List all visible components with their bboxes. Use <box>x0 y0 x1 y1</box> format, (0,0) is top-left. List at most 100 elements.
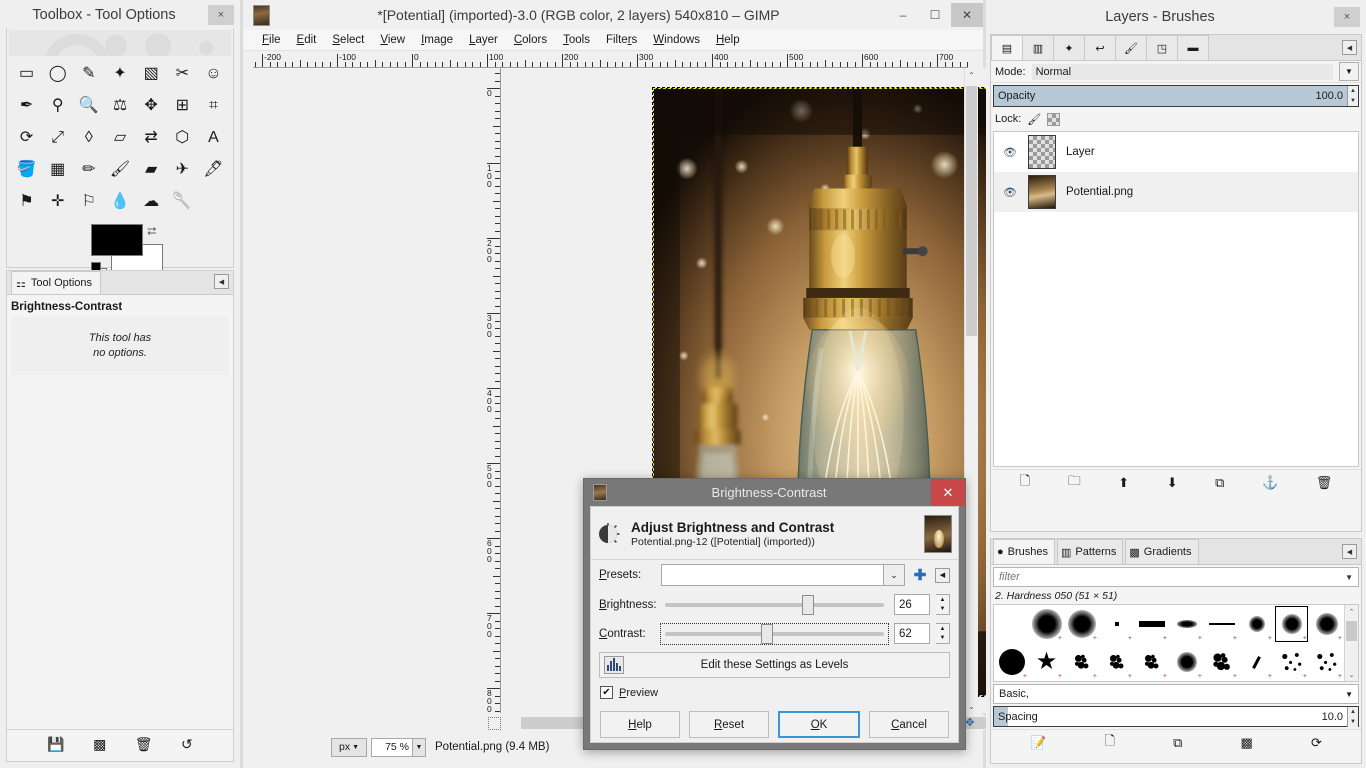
scroll-up-arrow[interactable]: ⌃ <box>965 68 978 82</box>
lock-alpha-icon[interactable] <box>1047 112 1061 126</box>
brush-cell[interactable]: + <box>1134 643 1169 681</box>
tab-brushes[interactable]: 🖌 <box>1115 35 1147 60</box>
brush-cell[interactable]: + <box>1099 605 1134 643</box>
save-tool-preset[interactable]: 💾 <box>47 737 64 751</box>
edit-brush-button[interactable]: 📝 <box>1030 735 1046 751</box>
presets-menu-button[interactable]: ◀ <box>935 567 950 583</box>
paintbrush-tool[interactable]: 🖌 <box>104 154 135 186</box>
select-by-color-tool[interactable]: ▧ <box>136 58 167 90</box>
menu-file[interactable]: File <box>255 32 288 48</box>
eye-icon[interactable]: 👁 <box>1002 186 1018 199</box>
flip-tool[interactable]: ⇄ <box>136 122 167 154</box>
brush-grid[interactable]: + + + + + + + + + + ★ + + + + + + + + + <box>994 605 1344 681</box>
menu-edit[interactable]: Edit <box>290 32 324 48</box>
cancel-button[interactable]: Cancel <box>869 711 949 738</box>
menu-help[interactable]: Help <box>709 32 747 48</box>
tab-paths[interactable]: ✦ <box>1053 35 1085 60</box>
chevron-down-icon[interactable]: ▼ <box>1345 690 1358 699</box>
vertical-ruler[interactable]: 0 100 200 300 400 500 600 700 800 <box>486 68 501 713</box>
scroll-down-arrow[interactable]: ⌄ <box>965 699 978 713</box>
menu-tools[interactable]: Tools <box>556 32 597 48</box>
spacing-slider[interactable]: Spacing 10.0 ▲ ▼ <box>993 706 1359 727</box>
brightness-slider[interactable] <box>661 594 888 615</box>
ellipse-select-tool[interactable]: ◯ <box>42 58 73 90</box>
opacity-stepper[interactable]: ▲ ▼ <box>1347 86 1358 106</box>
layer-list[interactable]: 👁 Layer 👁 Potential.png <box>993 131 1359 467</box>
brush-tag-selector[interactable]: Basic, ▼ <box>993 684 1359 704</box>
tab-channels[interactable]: ▥ <box>1022 35 1054 60</box>
brush-scroll-up[interactable]: ⌃ <box>1345 605 1358 618</box>
brushes-menu-button[interactable]: ◀ <box>1342 544 1357 559</box>
dialog-close-button[interactable]: ✕ <box>931 479 965 506</box>
brush-cell[interactable]: + <box>1169 643 1204 681</box>
text-tool[interactable]: A <box>198 122 229 154</box>
menu-windows[interactable]: Windows <box>646 32 707 48</box>
duplicate-brush-button[interactable]: ⧉ <box>1173 735 1182 751</box>
help-button[interactable]: Help <box>600 711 680 738</box>
brush-scrollbar[interactable]: ⌃ ⌄ <box>1344 605 1358 681</box>
spacing-stepper[interactable]: ▲ ▼ <box>1347 706 1358 727</box>
maximize-button[interactable]: ☐ <box>919 3 951 27</box>
scissors-select-tool[interactable]: ✂ <box>167 58 198 90</box>
dodge-burn-tool[interactable]: 🥄 <box>167 186 198 218</box>
new-brush-button[interactable]: 🗋 <box>1104 732 1114 754</box>
tab-patterns[interactable]: ▥ Patterns <box>1057 539 1124 564</box>
foreground-color-swatch[interactable] <box>91 224 143 256</box>
delete-tool-preset[interactable]: 🗑 <box>135 737 153 751</box>
canvas-vertical-scrollbar[interactable]: ⌃ ⌄ <box>964 68 978 713</box>
smudge-tool[interactable]: ☁ <box>136 186 167 218</box>
fuzzy-select-tool[interactable]: ✦ <box>104 58 135 90</box>
shear-tool[interactable]: ◊ <box>73 122 104 154</box>
toolbox-close-button[interactable]: × <box>208 5 234 25</box>
right-dock-close-button[interactable]: × <box>1334 7 1360 27</box>
clone-tool[interactable]: ⚑ <box>11 186 42 218</box>
ink-tool[interactable]: 🖋 <box>198 154 229 186</box>
chevron-down-icon[interactable]: ▼ <box>1345 573 1358 582</box>
tab-tool-options[interactable]: ⚏ Tool Options <box>11 271 102 294</box>
vertical-scroll-thumb[interactable] <box>966 86 977 336</box>
menu-view[interactable]: View <box>373 32 412 48</box>
lock-pixels-icon[interactable]: 🖌 <box>1027 113 1041 126</box>
blend-mode-row[interactable]: Mode: Normal ▼ <box>991 61 1361 83</box>
raise-layer-button[interactable]: ⬆ <box>1118 475 1129 491</box>
menu-colors[interactable]: Colors <box>507 32 554 48</box>
brush-cell[interactable]: + <box>1134 605 1169 643</box>
brush-cell[interactable]: + <box>1309 605 1344 643</box>
menu-layer[interactable]: Layer <box>462 32 505 48</box>
preview-checkbox[interactable]: ✔ <box>600 686 613 699</box>
menu-select[interactable]: Select <box>325 32 371 48</box>
pencil-tool[interactable]: ✏ <box>73 154 104 186</box>
layer-row[interactable]: 👁 Layer <box>994 132 1358 172</box>
tab-gradients[interactable]: ▬ <box>1177 35 1209 60</box>
contrast-stepper[interactable]: ▲ ▼ <box>936 623 950 644</box>
brush-cell[interactable]: + <box>1309 643 1344 681</box>
color-picker-tool[interactable]: ⚲ <box>42 90 73 122</box>
brush-cell[interactable]: + <box>1064 643 1099 681</box>
brightness-stepper[interactable]: ▲ ▼ <box>936 594 950 615</box>
minimize-button[interactable]: – <box>887 3 919 27</box>
foreground-select-tool[interactable]: ☺ <box>198 58 229 90</box>
bucket-fill-tool[interactable]: 🪣 <box>11 154 42 186</box>
tab-undo-history[interactable]: ↩ <box>1084 35 1116 60</box>
tab-brushes[interactable]: ● Brushes <box>993 539 1056 564</box>
heal-tool[interactable]: ✛ <box>42 186 73 218</box>
contrast-knob[interactable] <box>760 623 773 644</box>
eraser-tool[interactable]: ▰ <box>136 154 167 186</box>
opacity-slider[interactable]: Opacity 100.0 ▲ ▼ <box>993 85 1359 107</box>
brush-cell[interactable]: + <box>1169 605 1204 643</box>
cage-transform-tool[interactable]: ⬡ <box>167 122 198 154</box>
airbrush-tool[interactable]: ✈ <box>167 154 198 186</box>
crop-tool[interactable]: ⌗ <box>198 90 229 122</box>
presets-combobox[interactable]: ⌄ <box>661 564 905 586</box>
add-preset-button[interactable]: ✚ <box>911 566 929 584</box>
brush-cell[interactable]: + <box>1239 643 1274 681</box>
contrast-slider[interactable] <box>660 622 889 645</box>
brush-cell[interactable]: ★ + <box>1029 643 1064 681</box>
eye-icon[interactable]: 👁 <box>1002 146 1018 159</box>
zoom-selector[interactable]: 75 % ▼ <box>371 737 426 757</box>
reset-tool-options[interactable]: ↺ <box>181 737 193 751</box>
duplicate-layer-button[interactable]: ⧉ <box>1215 475 1224 491</box>
free-select-tool[interactable]: ✎ <box>73 58 104 90</box>
rotate-tool[interactable]: ⟳ <box>11 122 42 154</box>
reset-button[interactable]: Reset <box>689 711 769 738</box>
